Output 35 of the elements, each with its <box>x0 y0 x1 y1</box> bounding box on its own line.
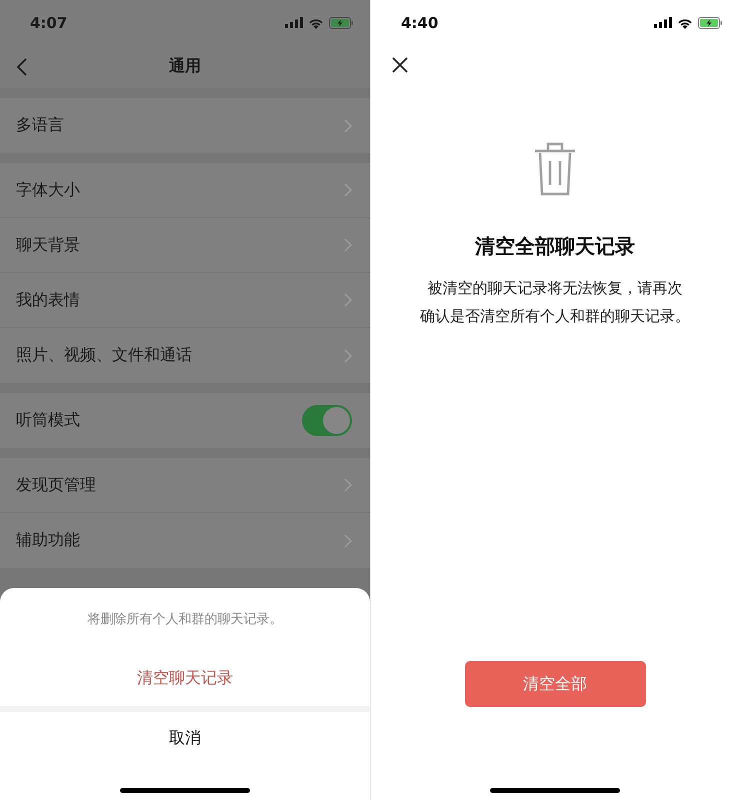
trash-icon <box>533 141 577 197</box>
setting-label: 多语言 <box>16 115 64 136</box>
dialog-title: 清空全部聊天记录 <box>475 233 635 260</box>
signal-icon <box>285 17 303 28</box>
sheet-message: 将删除所有个人和群的聊天记录。 <box>86 611 284 629</box>
battery-icon <box>329 16 354 28</box>
dialog-description: 被清空的聊天记录将无法恢复，请再次 <box>428 278 682 299</box>
chevron-right-icon <box>344 534 352 548</box>
chevron-right-icon <box>344 348 352 362</box>
close-icon[interactable] <box>392 57 408 73</box>
setting-label: 字体大小 <box>16 180 80 200</box>
toggle-switch[interactable] <box>302 405 352 436</box>
wifi-icon <box>308 16 324 28</box>
setting-label: 辅助功能 <box>16 530 80 551</box>
chevron-right-icon <box>344 478 352 492</box>
clear-all-button[interactable]: 清空全部 <box>464 661 646 707</box>
dialog-description: 确认是否清空所有个人和群的聊天记录。 <box>420 306 690 327</box>
setting-label: 照片、视频、文件和通话 <box>16 345 192 366</box>
chevron-right-icon <box>344 293 352 307</box>
chevron-right-icon <box>344 183 352 197</box>
chevron-right-icon <box>344 118 352 132</box>
battery-icon <box>698 16 723 28</box>
status-time: 4:40 <box>401 14 438 32</box>
setting-label: 发现页管理 <box>16 474 96 496</box>
chevron-right-icon <box>344 238 352 252</box>
wifi-icon <box>677 16 693 28</box>
setting-label: 聊天背景 <box>16 234 80 256</box>
clear-chat-button[interactable]: 清空聊天记录 <box>0 650 370 706</box>
back-icon[interactable] <box>16 58 27 76</box>
setting-label: 听筒模式 <box>16 410 80 431</box>
page-title: 通用 <box>169 56 201 77</box>
signal-icon <box>654 17 672 28</box>
status-time: 4:07 <box>30 14 68 32</box>
setting-label: 我的表情 <box>16 290 80 310</box>
cancel-button[interactable]: 取消 <box>0 712 370 765</box>
